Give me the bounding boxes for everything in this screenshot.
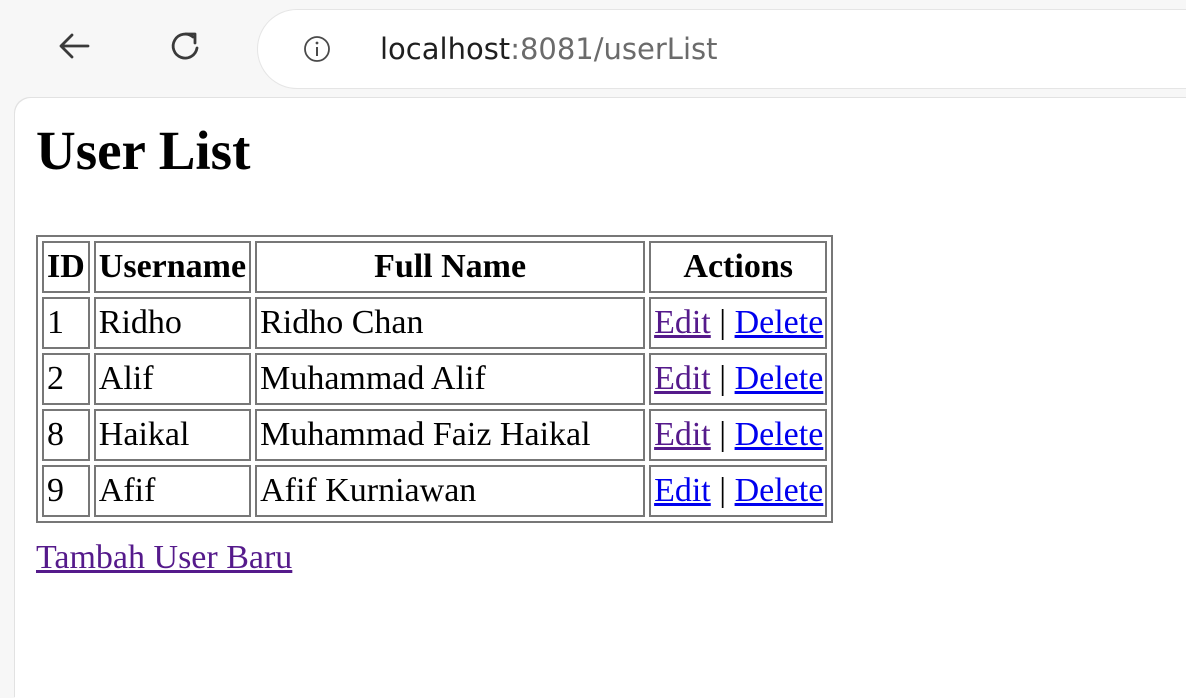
reload-button[interactable]	[158, 18, 214, 74]
separator: |	[719, 304, 727, 341]
table-header-row: ID Username Full Name Actions	[42, 241, 828, 293]
delete-link[interactable]: Delete	[735, 304, 824, 341]
cell-actions: Edit | Delete	[649, 465, 828, 517]
site-info-icon[interactable]	[302, 34, 332, 64]
cell-actions: Edit | Delete	[649, 409, 828, 461]
separator: |	[719, 360, 727, 397]
cell-username: Alif	[93, 353, 252, 405]
cell-id: 1	[42, 297, 90, 349]
reload-icon	[171, 32, 199, 60]
cell-actions: Edit | Delete	[649, 297, 828, 349]
header-id: ID	[42, 241, 90, 293]
table-row: 8 Haikal Muhammad Faiz Haikal Edit | Del…	[42, 409, 828, 461]
cell-full-name: Muhammad Alif	[255, 353, 646, 405]
page-title: User List	[36, 120, 251, 181]
user-table: ID Username Full Name Actions 1 Ridho Ri…	[36, 235, 834, 523]
cell-full-name: Afif Kurniawan	[255, 465, 646, 517]
edit-link[interactable]: Edit	[654, 472, 711, 509]
cell-full-name: Ridho Chan	[255, 297, 646, 349]
table-row: 2 Alif Muhammad Alif Edit | Delete	[42, 353, 828, 405]
cell-username: Haikal	[93, 409, 252, 461]
table-row: 9 Afif Afif Kurniawan Edit | Delete	[42, 465, 828, 517]
url-text[interactable]: localhost:8081/userList	[380, 29, 717, 69]
delete-link[interactable]: Delete	[735, 360, 824, 397]
delete-link[interactable]: Delete	[735, 472, 824, 509]
cell-id: 9	[42, 465, 90, 517]
cell-username: Ridho	[93, 297, 252, 349]
back-button[interactable]	[46, 18, 102, 74]
arrow-left-icon	[59, 33, 90, 59]
edit-link[interactable]: Edit	[654, 360, 711, 397]
separator: |	[719, 472, 727, 509]
add-user-link[interactable]: Tambah User Baru	[36, 538, 292, 578]
url-host: localhost	[380, 32, 511, 66]
browser-toolbar: localhost:8081/userList	[0, 0, 1186, 100]
cell-id: 2	[42, 353, 90, 405]
header-username: Username	[93, 241, 252, 293]
edit-link[interactable]: Edit	[654, 416, 711, 453]
cell-id: 8	[42, 409, 90, 461]
address-bar[interactable]: localhost:8081/userList	[258, 10, 1186, 88]
cell-actions: Edit | Delete	[649, 353, 828, 405]
header-full-name: Full Name	[255, 241, 646, 293]
table-row: 1 Ridho Ridho Chan Edit | Delete	[42, 297, 828, 349]
url-path: :8081/userList	[510, 32, 718, 66]
header-actions: Actions	[649, 241, 828, 293]
page-viewport: User List ID Username Full Name Actions …	[15, 98, 1186, 698]
edit-link[interactable]: Edit	[654, 304, 711, 341]
separator: |	[719, 416, 727, 453]
cell-full-name: Muhammad Faiz Haikal	[255, 409, 646, 461]
cell-username: Afif	[93, 465, 252, 517]
delete-link[interactable]: Delete	[735, 416, 824, 453]
